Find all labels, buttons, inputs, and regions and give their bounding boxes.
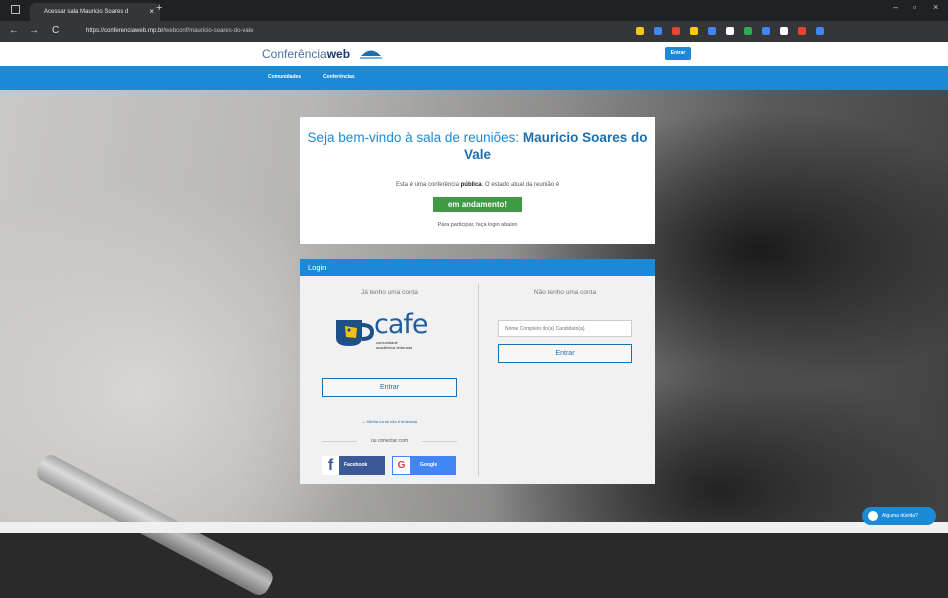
column-divider [478,284,479,476]
back-button[interactable]: ← [9,25,19,36]
url-host: https://conferenciaweb.rnp.br [86,28,164,34]
cafe-login-button[interactable]: Entrar [322,378,457,397]
login-header: Login [300,259,655,276]
header-login-button[interactable]: Entrar [665,47,691,60]
not-federated-link[interactable]: — Minha conta não é federada [322,419,457,424]
tab-title: Acessar sala Mauricio Soares d [44,9,129,15]
logo-bold: web [326,47,351,61]
extension-icon[interactable] [744,27,752,35]
cafe-subtitle-line2: acadêmica federada [376,345,413,350]
reload-button[interactable]: C [52,25,59,36]
url-field[interactable]: https://conferenciaweb.rnp.br/webconf/ma… [86,24,556,39]
conferenciaweb-logo[interactable]: Conferênciaweb [262,47,350,61]
tab-close-icon[interactable]: × [149,3,154,21]
extension-icon[interactable] [762,27,770,35]
extension-icon[interactable] [726,27,734,35]
welcome-card: Seja bem-vindo à sala de reuniões: Mauri… [300,117,655,244]
close-window-button[interactable]: × [933,2,938,12]
extension-icon[interactable] [780,27,788,35]
help-button[interactable]: Alguma dúvida? [862,507,936,525]
welcome-title-prefix: Seja bem-vindo à sala de reuniões: [307,130,523,145]
extension-icon[interactable] [690,27,698,35]
facebook-login-button[interactable]: f Facebook [322,456,385,475]
logo-prefix: Conferência [262,47,327,61]
extension-icon[interactable] [636,27,644,35]
address-bar: ← → C https://conferenciaweb.rnp.br/webc… [0,21,948,42]
extension-icon[interactable] [708,27,716,35]
rnp-logo-icon [360,50,382,59]
guest-login-button[interactable]: Entrar [498,344,632,363]
status-badge: em andamento! [433,197,522,212]
new-tab-button[interactable]: + [156,2,162,14]
guest-name-input[interactable] [498,320,632,337]
help-label: Alguma dúvida? [882,513,918,519]
browser-titlebar: Acessar sala Mauricio Soares d × + – ▫ × [0,0,948,21]
welcome-title: Seja bem-vindo à sala de reuniões: Mauri… [300,129,655,163]
menu-conferencias[interactable]: Conferências [323,74,355,80]
login-panel: Já tenho uma conta cafe comunidade acadê… [300,276,655,484]
status-line: Esta é uma conferência pública. O estado… [300,182,655,188]
cafe-subtitle: comunidade acadêmica federada [376,340,412,350]
cafe-cup-icon [336,320,374,346]
chat-icon [868,511,878,521]
menu-comunidades[interactable]: Comunidades [268,74,301,80]
has-account-title: Já tenho uma conta [360,289,419,296]
status-suffix: . O estado atual da reunião é [481,182,560,188]
extension-icon[interactable] [672,27,680,35]
facebook-label: Facebook [344,462,368,468]
no-account-title: Não tenho uma conta [533,289,597,296]
forward-button[interactable]: → [29,25,39,36]
maximize-button[interactable]: ▫ [913,2,916,12]
facebook-icon: f [322,456,339,475]
cafe-logo: cafe comunidade acadêmica federada [330,308,450,358]
url-path: /webconf/mauricio-soares-do-vale [163,28,254,34]
cafe-word: cafe [374,309,429,340]
status-prefix: Esta é uma conferência [395,182,461,188]
minimize-button[interactable]: – [893,2,898,12]
browser-tab[interactable]: Acessar sala Mauricio Soares d × [30,3,160,21]
extension-icon[interactable] [798,27,806,35]
google-icon: G [393,457,410,474]
participate-text: Para participar, faça login abaixo [437,222,518,228]
google-login-button[interactable]: G Google [392,456,456,475]
extension-icon[interactable] [654,27,662,35]
site-header: Conferênciaweb Entrar [0,42,948,66]
menu-bar: Comunidades Conferências [0,66,948,90]
google-label: Google [420,462,438,468]
status-public: pública [460,182,482,188]
window-icon [11,5,20,14]
extension-icon[interactable] [816,27,824,35]
or-connect-label: ou conectar com [371,438,408,444]
bottom-strip [0,522,948,533]
